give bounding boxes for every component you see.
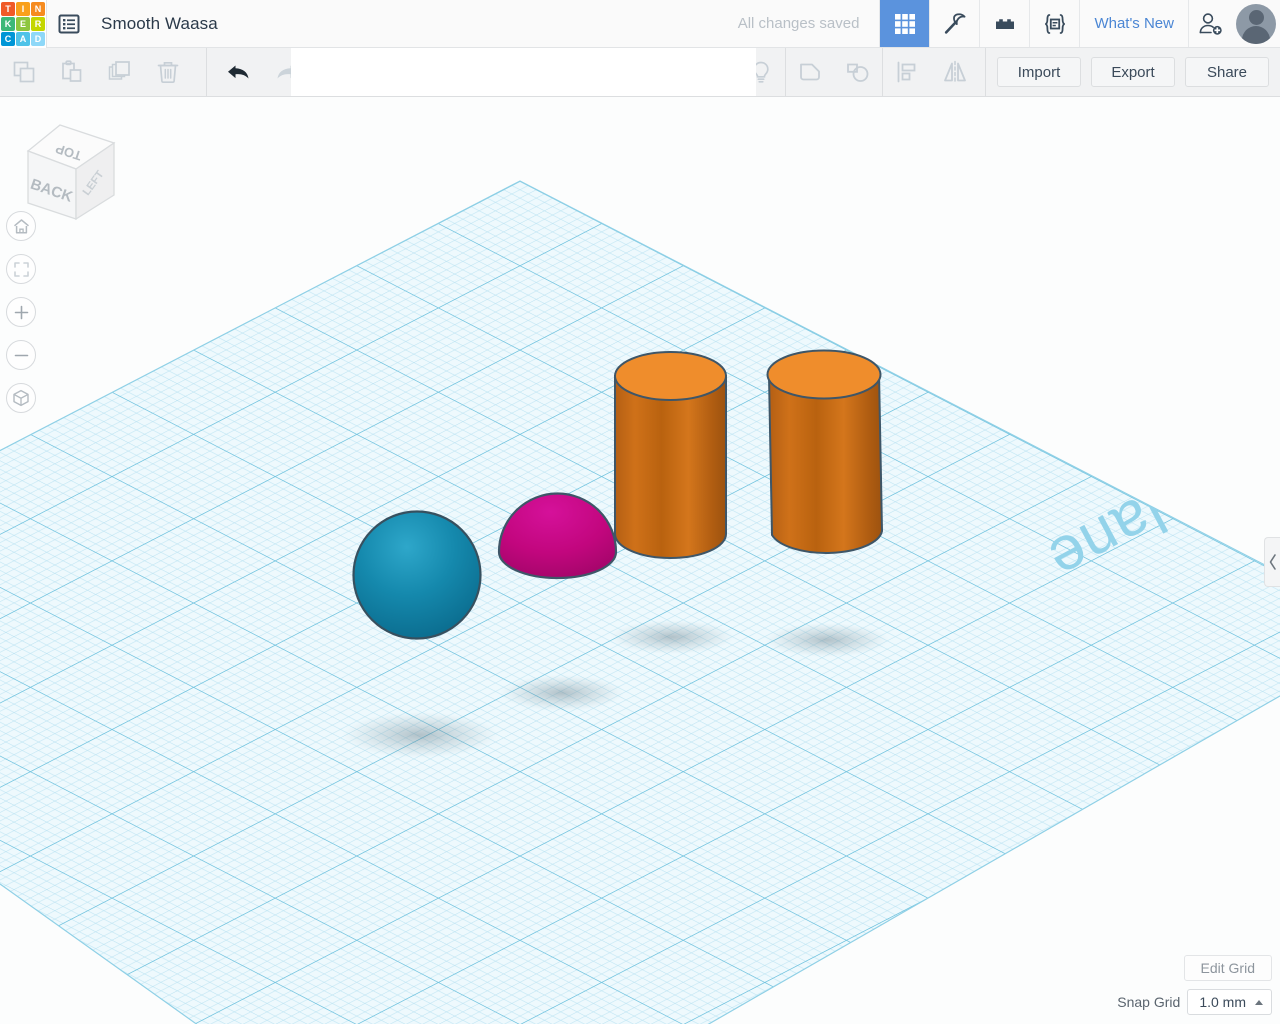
trash-icon	[157, 61, 179, 84]
snap-grid-control: Snap Grid 1.0 mm	[1117, 989, 1272, 1015]
delete-button[interactable]	[144, 48, 192, 96]
sphere-teal[interactable]	[352, 510, 482, 640]
home-view-button[interactable]	[6, 211, 36, 241]
logo-tile-a: A	[16, 32, 30, 46]
toolbar-divider-1	[206, 48, 207, 96]
snap-grid-value: 1.0 mm	[1199, 994, 1246, 1010]
logo-tile-d: D	[31, 32, 45, 46]
add-person-icon	[1199, 12, 1222, 35]
cylinder-orange-2[interactable]	[766, 349, 884, 554]
zoom-out-button[interactable]	[6, 340, 36, 370]
share-button[interactable]: Share	[1185, 57, 1269, 87]
toolbar-divider-6	[985, 48, 986, 96]
import-button[interactable]: Import	[997, 57, 1081, 87]
ungroup-icon	[847, 63, 869, 82]
whats-new-link[interactable]: What's New	[1079, 0, 1188, 47]
plus-icon	[14, 305, 28, 319]
fit-icon	[13, 261, 29, 277]
group-icon	[800, 63, 820, 81]
tool-blocks[interactable]	[979, 0, 1029, 47]
workplane-scene: Workplane	[0, 180, 1280, 1024]
design-canvas[interactable]: Workplane TOP BACK LEFT Edit Grid Snap G…	[0, 97, 1280, 1024]
logo-tile-n: N	[31, 2, 45, 16]
logo-tile-r: R	[31, 17, 45, 31]
copy-button[interactable]	[0, 48, 48, 96]
group-button[interactable]	[786, 48, 834, 96]
export-button[interactable]: Export	[1091, 57, 1175, 87]
copy-icon	[13, 61, 35, 83]
zoom-in-button[interactable]	[6, 297, 36, 327]
tool-codeblocks[interactable]	[1029, 0, 1079, 47]
edit-grid-button[interactable]: Edit Grid	[1183, 955, 1272, 981]
logo-tile-k: K	[1, 17, 15, 31]
minus-icon	[14, 354, 28, 356]
tool-minecraft[interactable]	[929, 0, 979, 47]
document-title[interactable]: Smooth Waasa	[91, 0, 218, 47]
brick-icon	[995, 18, 1014, 29]
home-icon	[13, 218, 29, 234]
align-button[interactable]	[883, 48, 931, 96]
add-person-button[interactable]	[1188, 0, 1232, 47]
logo-tile-e: E	[16, 17, 30, 31]
snap-grid-select[interactable]: 1.0 mm	[1187, 989, 1272, 1015]
header-spacer	[218, 0, 738, 47]
paste-icon	[62, 60, 82, 82]
duplicate-button[interactable]	[96, 48, 144, 96]
cube-perspective-icon	[13, 389, 29, 407]
chevron-left-icon	[1269, 554, 1276, 570]
logo-tile-t: T	[1, 2, 15, 16]
grid-icon	[894, 13, 915, 34]
avatar	[1236, 3, 1276, 44]
fit-view-button[interactable]	[6, 254, 36, 284]
document-list-button[interactable]	[47, 0, 91, 47]
right-panel-toggle[interactable]	[1264, 537, 1280, 587]
snap-grid-label: Snap Grid	[1117, 994, 1181, 1010]
mirror-button[interactable]	[931, 48, 979, 96]
logo-tile-c: C	[1, 32, 15, 46]
save-status: All changes saved	[737, 15, 860, 32]
toolbar-white-region	[291, 48, 756, 96]
perspective-toggle-button[interactable]	[6, 383, 36, 413]
view-navigation-controls	[6, 205, 36, 419]
paste-button[interactable]	[48, 48, 96, 96]
undo-icon	[228, 65, 249, 79]
tinkercad-logo[interactable]: T I N K E R C A D	[0, 0, 46, 48]
tool-3d-design[interactable]	[879, 0, 930, 47]
mirror-icon	[944, 60, 966, 84]
document-list-icon	[58, 14, 80, 33]
tinkercad-app: T I N K E R C A D Smooth Waasa All chang…	[0, 0, 1280, 1024]
user-avatar-button[interactable]	[1232, 0, 1280, 47]
main-toolbar: Import Export Share	[0, 48, 1280, 97]
ungroup-button[interactable]	[834, 48, 882, 96]
caret-up-icon	[1255, 999, 1263, 1005]
logo-tile-i: I	[16, 2, 30, 16]
cylinder-orange-1[interactable]	[614, 351, 727, 559]
undo-button[interactable]	[215, 48, 263, 96]
app-header: T I N K E R C A D Smooth Waasa All chang…	[0, 0, 1280, 48]
pickaxe-icon	[944, 12, 966, 34]
align-icon	[897, 61, 916, 83]
duplicate-icon	[108, 61, 130, 80]
codeblocks-icon	[1044, 13, 1065, 34]
